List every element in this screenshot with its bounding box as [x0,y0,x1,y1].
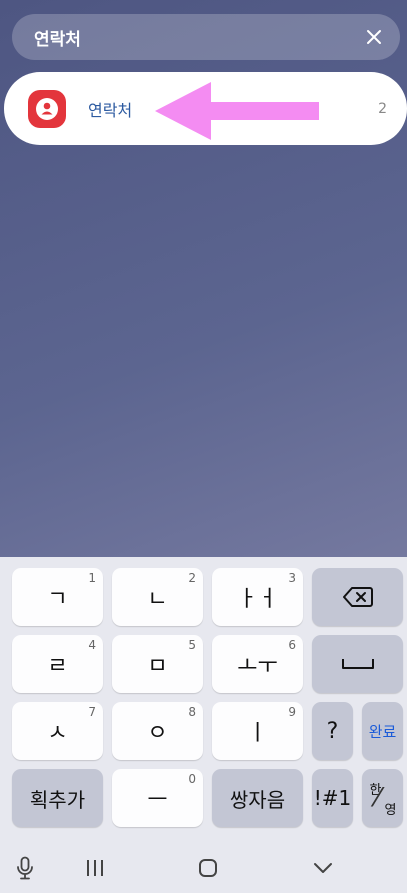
key-label: 획추가 [29,787,86,812]
double-consonant-button[interactable]: 쌍자음 [212,769,303,827]
home-button[interactable] [191,843,225,893]
key-label: ? [326,718,339,744]
key-label: ㅡ [147,788,168,813]
close-icon[interactable] [362,25,386,49]
result-count: 2 [378,100,387,117]
search-input[interactable]: 연락처 [34,25,362,50]
key-siot[interactable]: ㅅ 7 [12,702,103,760]
key-a-eo[interactable]: ㅏㅓ 3 [212,568,303,626]
key-i[interactable]: ㅣ 9 [212,702,303,760]
voice-input-button[interactable] [8,843,42,893]
key-label: ㄴ [147,587,168,612]
key-ieung[interactable]: ㅇ 8 [112,702,203,760]
key-label: ㅏㅓ [237,587,278,612]
microphone-icon [17,856,33,880]
language-english: 영 [384,803,397,818]
key-label: ㅇ [147,721,168,746]
key-label: ㄱ [47,587,68,612]
key-number: 6 [288,638,296,652]
key-label: !#1 [313,786,352,810]
key-eu[interactable]: ㅡ 0 [112,769,203,827]
space-icon [341,659,374,669]
stroke-add-button[interactable]: 획추가 [12,769,103,827]
annotation-arrow-icon [155,82,319,140]
language-switch-button[interactable]: 한 ⁄ 영 [362,769,403,827]
search-bar[interactable]: 연락처 [12,14,400,60]
recent-apps-icon [87,860,103,876]
symbols-button[interactable]: !#1 [312,769,353,827]
hide-keyboard-button[interactable] [306,843,340,893]
key-number: 8 [188,705,196,719]
key-nieun[interactable]: ㄴ 2 [112,568,203,626]
key-number: 5 [188,638,196,652]
key-number: 2 [188,571,196,585]
key-label: ㅁ [147,654,168,679]
key-number: 1 [88,571,96,585]
contacts-app-icon [28,89,66,128]
key-giyeok[interactable]: ㄱ 1 [12,568,103,626]
key-mieum[interactable]: ㅁ 5 [112,635,203,693]
recent-apps-button[interactable] [78,843,112,893]
key-number: 9 [288,705,296,719]
key-number: 3 [288,571,296,585]
done-button[interactable]: 완료 [362,702,403,760]
slash-icon: ⁄ [375,783,380,813]
key-label: ㅣ [247,721,268,746]
question-key[interactable]: ? [312,702,353,760]
key-o-u[interactable]: ㅗㅜ 6 [212,635,303,693]
key-label: 쌍자음 [229,787,286,812]
key-label: ㄹ [47,654,68,679]
key-number: 7 [88,705,96,719]
key-label: ㅅ [47,721,68,746]
space-button[interactable] [312,635,403,693]
navigation-bar [0,843,407,893]
key-label: ㅗㅜ [237,654,278,679]
backspace-button[interactable] [312,568,403,626]
home-icon [199,859,217,877]
key-number: 4 [88,638,96,652]
language-toggle: 한 ⁄ 영 [368,779,398,818]
key-number: 0 [188,772,196,786]
chevron-down-icon [314,863,332,873]
key-rieul[interactable]: ㄹ 4 [12,635,103,693]
backspace-icon [342,587,373,607]
done-label: 완료 [368,722,397,741]
